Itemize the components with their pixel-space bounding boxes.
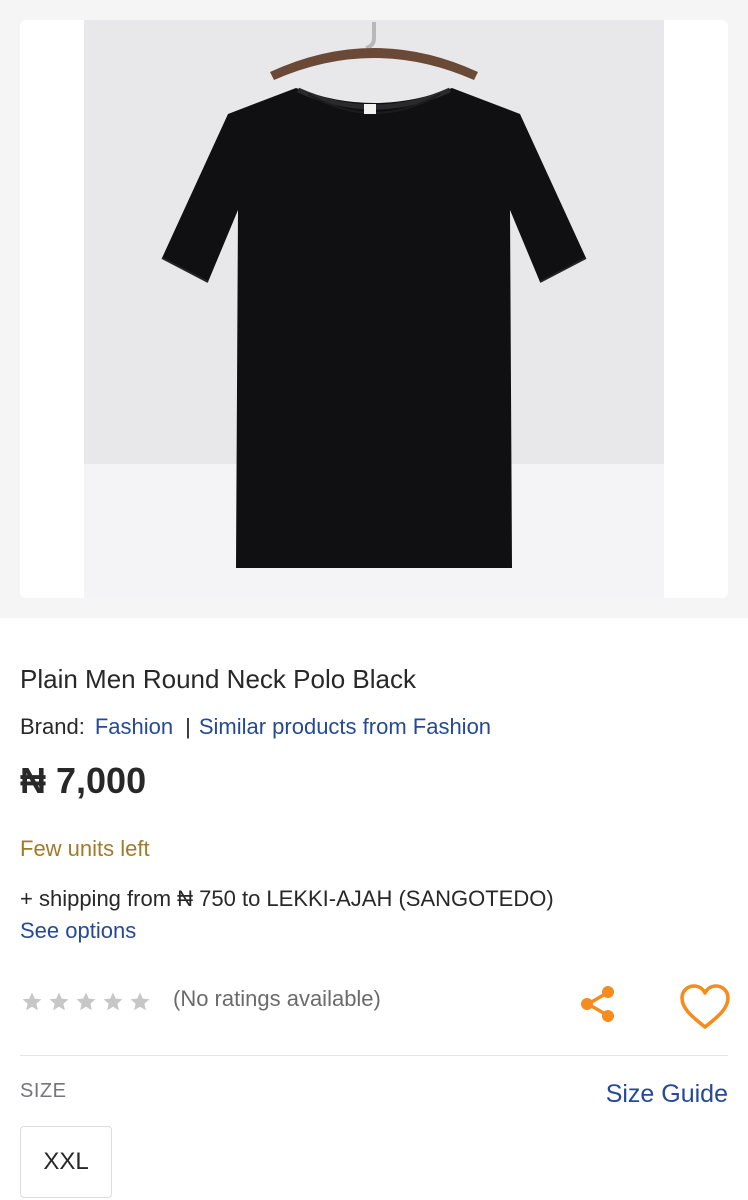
- brand-row: Brand: Fashion | Similar products from Fash…: [20, 714, 491, 740]
- product-image[interactable]: [20, 20, 728, 598]
- share-button[interactable]: [576, 982, 620, 1026]
- divider: [20, 1055, 728, 1056]
- black-tshirt-image: [84, 20, 664, 598]
- star-empty-icon: [49, 992, 69, 1011]
- see-options-link[interactable]: See options: [20, 918, 136, 944]
- product-price: ₦ 7,000: [20, 760, 147, 801]
- star-empty-icon: [130, 992, 150, 1011]
- brand-label: Brand:: [20, 714, 85, 739]
- stock-status: Few units left: [20, 836, 150, 861]
- brand-separator: |: [185, 714, 191, 739]
- star-empty-icon: [103, 992, 123, 1011]
- product-title: Plain Men Round Neck Polo Black: [20, 664, 416, 694]
- star-empty-icon: [22, 992, 42, 1011]
- brand-link[interactable]: Fashion: [95, 714, 173, 739]
- share-icon: [581, 986, 614, 1022]
- shipping-info: + shipping from ₦ 750 to LEKKI-AJAH (SAN…: [20, 886, 554, 911]
- heart-icon: [680, 984, 730, 1029]
- similar-products-link[interactable]: Similar products from Fashion: [199, 714, 491, 739]
- wishlist-button[interactable]: [678, 982, 732, 1032]
- star-empty-icon: [76, 992, 96, 1011]
- size-option-xxl[interactable]: XXL: [20, 1126, 112, 1198]
- rating-stars: [20, 990, 152, 1014]
- size-guide-link[interactable]: Size Guide: [560, 1080, 728, 1109]
- ratings-text: (No ratings available): [173, 986, 381, 1011]
- size-label: SIZE: [20, 1080, 67, 1102]
